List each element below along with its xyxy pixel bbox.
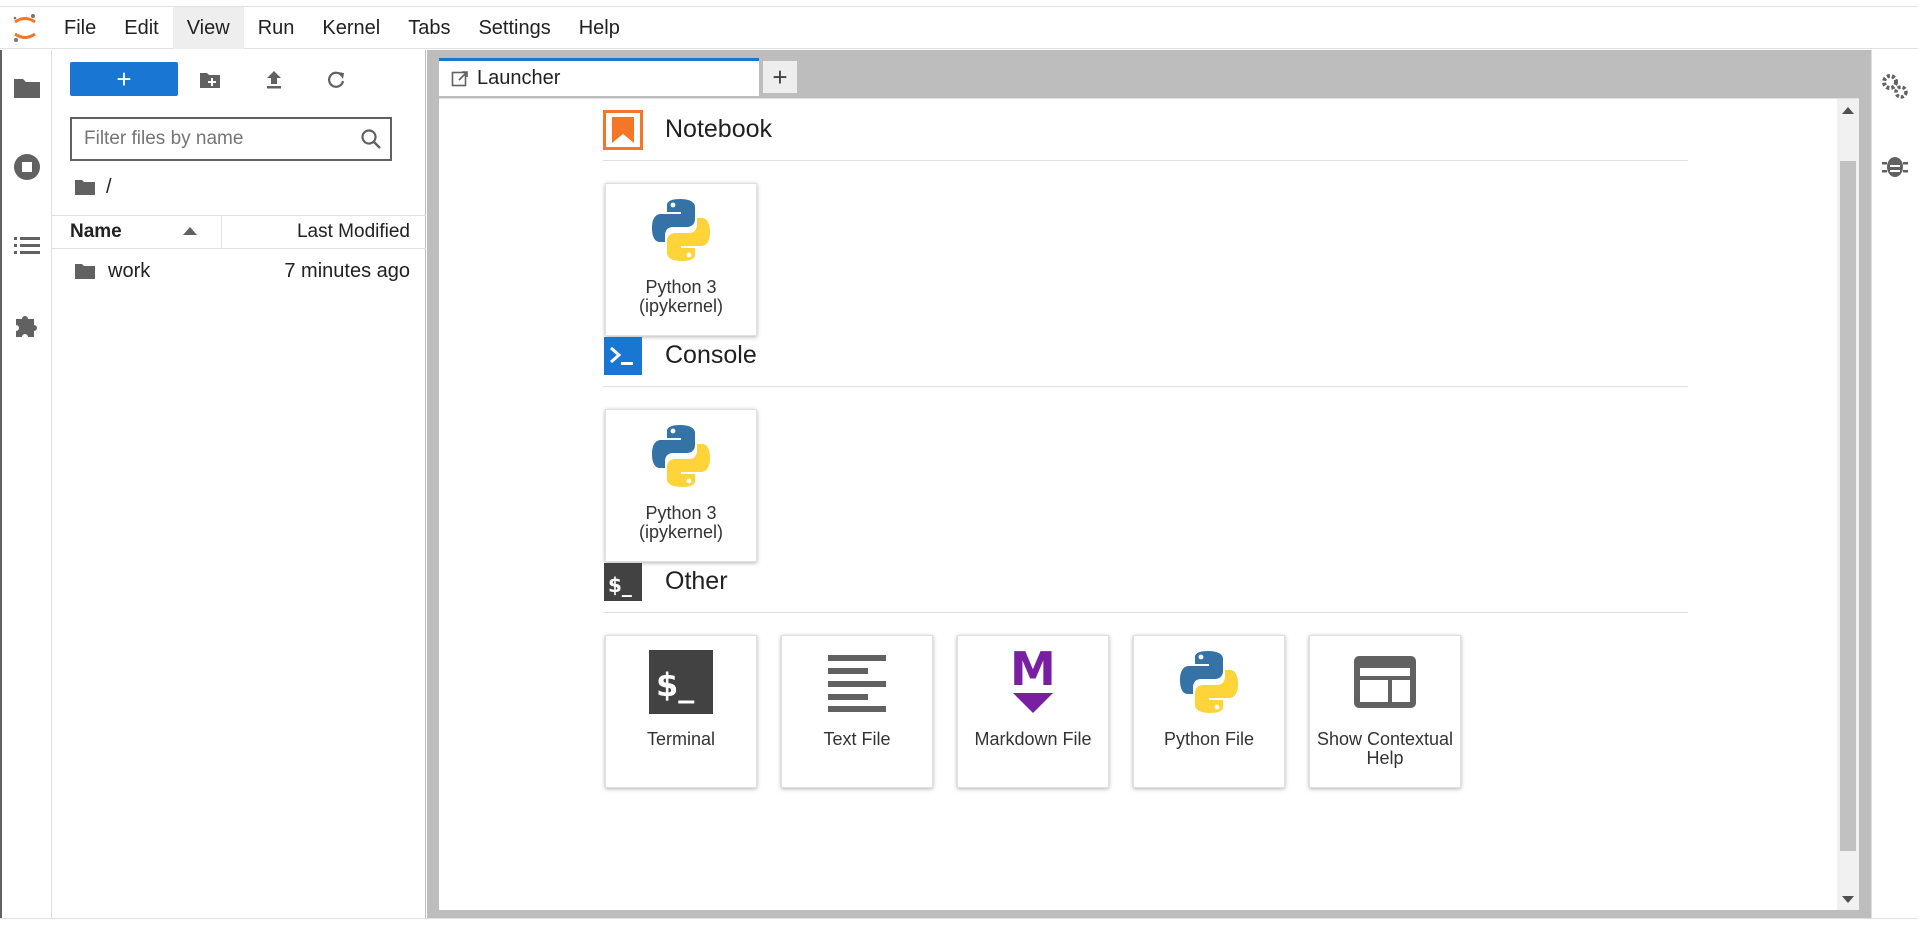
other-icon: $_ <box>603 562 643 602</box>
folder-icon <box>75 264 95 279</box>
console-icon <box>603 336 643 376</box>
breadcrumb-root[interactable]: / <box>106 176 112 199</box>
menu-help[interactable]: Help <box>565 7 634 49</box>
terminal-icon: $_ <box>645 646 717 718</box>
launcher-card-console-python3[interactable]: Python 3 (ipykernel) <box>605 409 757 562</box>
card-label: Text File <box>823 729 891 749</box>
file-list-header: Name Last Modified <box>52 215 426 249</box>
file-name: work <box>108 259 151 282</box>
extension-manager-icon[interactable] <box>12 310 42 340</box>
python-icon <box>645 194 717 266</box>
breadcrumb: / <box>74 174 112 200</box>
tab-label: Launcher <box>477 67 561 89</box>
section-title: Console <box>665 341 757 369</box>
section-notebook: Notebook <box>603 99 1688 161</box>
new-launcher-button[interactable]: + <box>70 62 178 96</box>
card-label: Python 3 (ipykernel) <box>638 503 724 542</box>
card-label: Terminal <box>646 729 716 749</box>
notebook-icon <box>603 109 643 150</box>
status-bar <box>0 918 1918 933</box>
python-icon <box>1173 646 1245 718</box>
launcher-card-terminal[interactable]: $_ Terminal <box>605 635 757 788</box>
upload-icon[interactable] <box>262 68 286 92</box>
menu-bar: File Edit View Run Kernel Tabs Settings … <box>0 6 1918 49</box>
launcher-scrollbar[interactable] <box>1837 99 1859 910</box>
main-dock-area: Launcher + Notebook Python 3 (ipykernel) <box>427 50 1871 918</box>
folder-icon[interactable] <box>12 73 42 103</box>
menu-kernel[interactable]: Kernel <box>308 7 394 49</box>
filter-files-box <box>70 117 392 161</box>
svg-text:M: M <box>1010 647 1056 696</box>
left-activity-bar <box>0 50 52 918</box>
running-sessions-icon[interactable] <box>12 152 42 182</box>
search-icon[interactable] <box>360 128 382 150</box>
menu-settings[interactable]: Settings <box>464 7 564 49</box>
debugger-icon[interactable] <box>1880 150 1910 180</box>
home-folder-icon[interactable] <box>74 178 96 196</box>
svg-text:$_: $_ <box>656 666 694 704</box>
sort-ascending-icon <box>183 227 197 235</box>
new-tab-button[interactable]: + <box>762 60 798 94</box>
menu-tabs[interactable]: Tabs <box>394 7 464 49</box>
launcher-card-python-file[interactable]: Python File <box>1133 635 1285 788</box>
menu-file[interactable]: File <box>50 7 110 49</box>
jupyter-logo-icon[interactable] <box>0 7 50 49</box>
text-file-icon <box>821 646 893 718</box>
section-console: Console <box>603 325 1688 387</box>
new-folder-icon[interactable] <box>198 68 222 92</box>
scroll-down-icon[interactable] <box>1842 896 1854 903</box>
launcher-icon <box>451 70 468 86</box>
launcher-card-text-file[interactable]: Text File <box>781 635 933 788</box>
right-activity-bar <box>1871 50 1918 918</box>
python-icon <box>645 420 717 492</box>
column-header-last-modified[interactable]: Last Modified <box>222 221 426 243</box>
section-title: Notebook <box>665 115 773 143</box>
file-browser-panel: + / Name Last Modified work 7 minutes ag… <box>52 50 426 918</box>
launcher-card-contextual-help[interactable]: Show Contextual Help <box>1309 635 1461 788</box>
menu-edit[interactable]: Edit <box>110 7 172 49</box>
section-title: Other <box>665 567 728 595</box>
filter-files-input[interactable] <box>72 128 352 150</box>
contextual-help-icon <box>1349 646 1421 718</box>
table-of-contents-icon[interactable] <box>12 231 42 261</box>
svg-text:$_: $_ <box>608 573 632 597</box>
launcher-card-notebook-python3[interactable]: Python 3 (ipykernel) <box>605 183 757 336</box>
card-label: Markdown File <box>974 729 1092 749</box>
scrollbar-thumb[interactable] <box>1840 161 1856 851</box>
refresh-icon[interactable] <box>324 68 348 92</box>
column-header-name[interactable]: Name <box>52 215 222 249</box>
card-label: Show Contextual Help <box>1316 729 1454 768</box>
scroll-up-icon[interactable] <box>1842 107 1854 114</box>
column-name-label: Name <box>70 221 122 242</box>
tab-bar: Launcher + <box>427 50 1871 96</box>
section-other: $_ Other <box>603 551 1688 613</box>
launcher-content: Notebook Python 3 (ipykernel) Console Py… <box>439 98 1859 910</box>
launcher-card-markdown-file[interactable]: M Markdown File <box>957 635 1109 788</box>
menu-run[interactable]: Run <box>244 7 309 49</box>
menu-view[interactable]: View <box>172 6 244 49</box>
file-browser-toolbar: + <box>52 60 426 96</box>
property-inspector-icon[interactable] <box>1880 72 1910 102</box>
card-label: Python File <box>1163 729 1255 749</box>
tab-launcher[interactable]: Launcher <box>439 58 759 96</box>
file-modified: 7 minutes ago <box>284 259 410 282</box>
markdown-icon: M <box>997 646 1069 718</box>
file-row[interactable]: work 7 minutes ago <box>52 253 426 289</box>
card-label: Python 3 (ipykernel) <box>638 277 724 316</box>
